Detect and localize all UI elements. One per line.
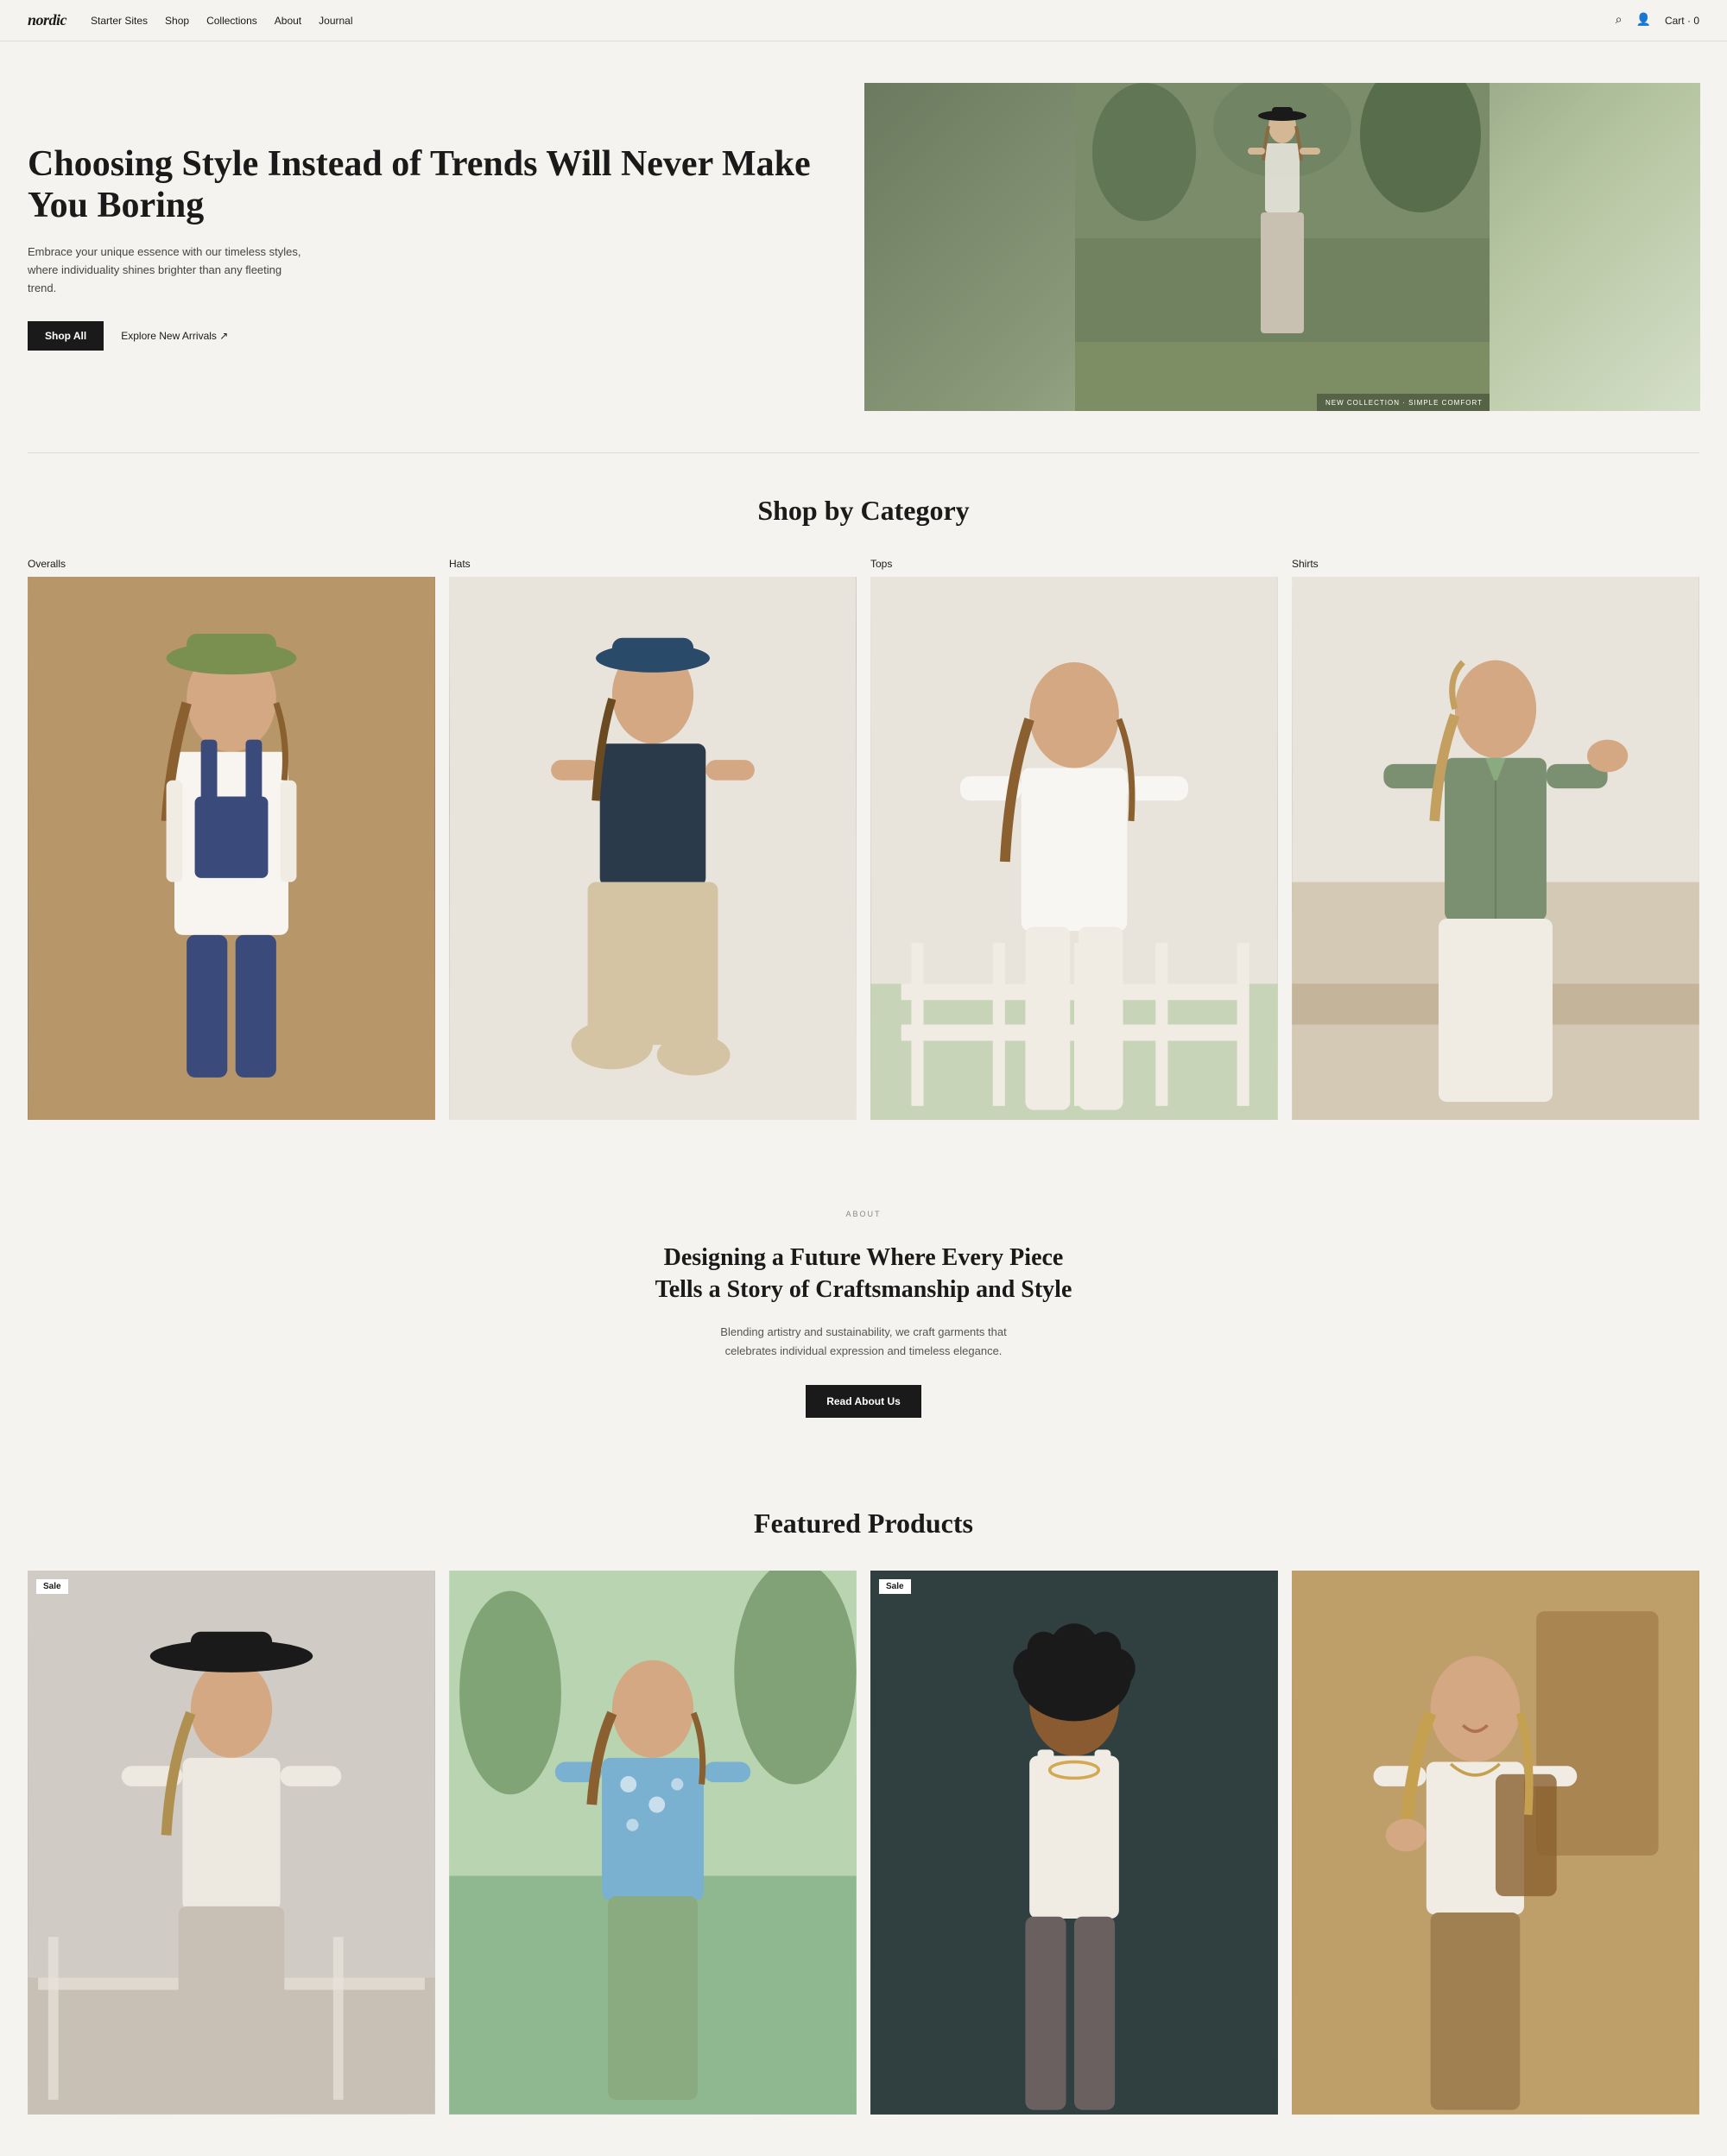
hero-image: NEW COLLECTION · SIMPLE COMFORT — [864, 83, 1700, 411]
category-label-hats: Hats — [449, 558, 857, 570]
product-item-2[interactable] — [449, 1571, 857, 2114]
nav-shop[interactable]: Shop — [165, 15, 189, 27]
hero-section: Choosing Style Instead of Trends Will Ne… — [0, 41, 1727, 452]
shop-category-title: Shop by Category — [28, 495, 1699, 527]
nav-left: nordic Starter Sites Shop Collections Ab… — [28, 11, 353, 29]
category-item-overalls[interactable]: Overalls — [28, 558, 435, 1120]
nav-links: Starter Sites Shop Collections About Jou… — [91, 15, 352, 27]
category-item-hats[interactable]: Hats — [449, 558, 857, 1120]
hero-text: Choosing Style Instead of Trends Will Ne… — [28, 143, 830, 351]
navbar: nordic Starter Sites Shop Collections Ab… — [0, 0, 1727, 41]
shop-all-button[interactable]: Shop All — [28, 321, 104, 351]
category-item-tops[interactable]: Tops — [870, 558, 1278, 1120]
about-title: Designing a Future Where Every Piece Tel… — [648, 1242, 1079, 1306]
product-item-1[interactable]: Sale — [28, 1571, 435, 2114]
search-icon[interactable]: ⌕ — [1616, 14, 1623, 28]
svg-text:NEW COLLECTION · SIMPLE COMFOR: NEW COLLECTION · SIMPLE COMFORT — [1325, 399, 1483, 407]
category-item-shirts[interactable]: Shirts — [1292, 558, 1699, 1120]
hero-image-placeholder: NEW COLLECTION · SIMPLE COMFORT — [864, 83, 1700, 411]
product-image-4 — [1292, 1571, 1699, 2114]
nav-collections[interactable]: Collections — [206, 15, 257, 27]
account-icon[interactable]: 👤 — [1636, 13, 1651, 28]
shop-category-section: Shop by Category Overalls — [0, 453, 1727, 1161]
cart-button[interactable]: Cart · 0 — [1665, 15, 1699, 27]
cart-count: 0 — [1693, 15, 1699, 27]
about-subtitle: Blending artistry and sustainability, we… — [708, 1323, 1019, 1361]
product-item-3[interactable]: Sale — [870, 1571, 1278, 2114]
category-grid: Overalls — [28, 558, 1699, 1120]
product-image-3 — [870, 1571, 1278, 2114]
product-image-2 — [449, 1571, 857, 2114]
hero-buttons: Shop All Explore New Arrivals ↗ — [28, 321, 830, 351]
read-about-us-button[interactable]: Read About Us — [806, 1385, 921, 1418]
featured-grid: Sale — [28, 1571, 1699, 2114]
nav-journal[interactable]: Journal — [319, 15, 352, 27]
about-tag: ABOUT — [28, 1210, 1699, 1218]
cart-label: Cart — [1665, 15, 1685, 27]
sale-badge-1: Sale — [36, 1579, 68, 1594]
featured-title: Featured Products — [28, 1508, 1699, 1540]
category-image-hats — [449, 577, 857, 1120]
hero-subtitle: Embrace your unique essence with our tim… — [28, 243, 304, 297]
product-item-4[interactable] — [1292, 1571, 1699, 2114]
category-label-overalls: Overalls — [28, 558, 435, 570]
category-image-shirts — [1292, 577, 1699, 1120]
explore-new-arrivals-link[interactable]: Explore New Arrivals ↗ — [121, 330, 228, 342]
nav-about[interactable]: About — [275, 15, 301, 27]
product-image-1 — [28, 1571, 435, 2114]
category-label-shirts: Shirts — [1292, 558, 1699, 570]
sale-badge-3: Sale — [879, 1579, 911, 1594]
hero-illustration: NEW COLLECTION · SIMPLE COMFORT — [864, 83, 1700, 411]
nav-right: ⌕ 👤 Cart · 0 — [1616, 13, 1699, 28]
hero-title: Choosing Style Instead of Trends Will Ne… — [28, 143, 830, 227]
about-section: ABOUT Designing a Future Where Every Pie… — [0, 1161, 1727, 1466]
featured-section: Featured Products Sale — [0, 1466, 1727, 2155]
nav-starter-sites[interactable]: Starter Sites — [91, 15, 148, 27]
category-label-tops: Tops — [870, 558, 1278, 570]
category-image-tops — [870, 577, 1278, 1120]
site-logo[interactable]: nordic — [28, 11, 66, 29]
category-image-overalls — [28, 577, 435, 1120]
